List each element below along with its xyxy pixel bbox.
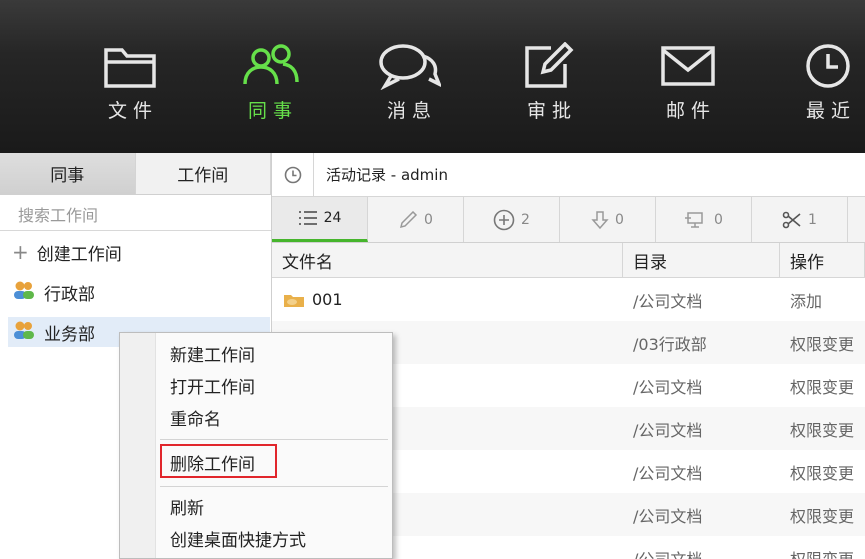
table-row[interactable]: 001 /公司文档 添加: [272, 278, 865, 321]
filter-count: 0: [615, 211, 624, 228]
group-users-icon: [12, 319, 36, 346]
nav-mail[interactable]: 邮件: [638, 42, 738, 123]
group-users-icon: [12, 279, 36, 306]
left-tabs: 同事 工作间: [0, 153, 271, 195]
workspace-label: 行政部: [44, 284, 95, 305]
menu-item-open-workspace[interactable]: 打开工作间: [170, 371, 255, 399]
menu-item-rename[interactable]: 重命名: [170, 403, 221, 431]
filter-count: 0: [424, 211, 433, 228]
colleagues-icon: [243, 44, 299, 85]
plus-circle-icon: [493, 209, 515, 230]
filter-added[interactable]: 2: [464, 197, 560, 242]
file-directory: /公司文档: [633, 463, 703, 483]
chat-bubble-icon: [379, 44, 441, 90]
envelope-icon: [661, 46, 715, 86]
tab-colleagues[interactable]: 同事: [0, 153, 136, 194]
nav-messages-label: 消息: [386, 100, 437, 122]
clock-icon: [806, 44, 850, 88]
workspace-item[interactable]: 行政部: [12, 277, 95, 307]
file-operation: 添加: [790, 291, 823, 311]
list-icon: [298, 211, 317, 225]
delete-highlight-box: [160, 444, 277, 478]
filter-downloaded[interactable]: 0: [560, 197, 656, 242]
file-directory: /公司文档: [633, 291, 703, 311]
menu-icon-gutter: [120, 333, 156, 558]
nav-approval[interactable]: 审批: [499, 42, 599, 123]
pencil-icon: [400, 210, 418, 228]
top-toolbar: 文件 同事 消息 审批 邮件 最近: [0, 0, 865, 153]
file-name: 001: [312, 290, 343, 309]
file-operation: 权限变更: [790, 506, 855, 526]
nav-recent[interactable]: 最近: [778, 42, 865, 123]
folder-icon: [104, 48, 156, 88]
nav-colleagues[interactable]: 同事: [220, 42, 320, 123]
plus-icon: +: [12, 240, 29, 264]
activity-filter-tabs: 24 0 2 0 0 1: [272, 197, 865, 243]
create-workspace-item[interactable]: + 创建工作间: [12, 237, 122, 267]
history-clock-icon[interactable]: [272, 152, 314, 197]
file-operation: 权限变更: [790, 463, 855, 483]
edit-pen-icon: [525, 42, 574, 88]
file-directory: /公司文档: [633, 549, 703, 559]
file-operation: 权限变更: [790, 420, 855, 440]
file-operation: 权限变更: [790, 549, 855, 559]
nav-approval-label: 审批: [526, 100, 577, 122]
filter-preview[interactable]: 0: [656, 197, 752, 242]
file-directory: /公司文档: [633, 506, 703, 526]
workspace-search-input[interactable]: 搜索工作间: [0, 195, 271, 231]
nav-files[interactable]: 文件: [80, 42, 180, 123]
filter-edited[interactable]: 0: [368, 197, 464, 242]
file-directory: /03行政部: [633, 334, 707, 354]
filter-count: 2: [521, 211, 530, 228]
workspace-label: 业务部: [44, 324, 95, 345]
filter-count: 24: [323, 210, 342, 226]
create-workspace-label: 创建工作间: [36, 244, 122, 265]
nav-colleagues-label: 同事: [247, 100, 298, 122]
filter-count: 0: [714, 211, 723, 228]
menu-separator: [160, 486, 388, 487]
tab-workspaces[interactable]: 工作间: [135, 153, 271, 194]
activity-table-header: 文件名 目录 操作: [272, 243, 865, 278]
file-operation: 权限变更: [790, 377, 855, 397]
menu-separator: [160, 439, 388, 440]
download-arrow-icon: [591, 210, 609, 229]
nav-recent-label: 最近: [805, 100, 856, 122]
scissors-icon: [782, 211, 801, 228]
filter-all[interactable]: 24: [272, 197, 368, 242]
activity-header: 活动记录 - admin: [272, 152, 865, 197]
menu-item-create-shortcut[interactable]: 创建桌面快捷方式: [170, 524, 306, 552]
nav-files-label: 文件: [107, 100, 158, 122]
shared-folder-icon: [284, 294, 304, 307]
file-operation: 权限变更: [790, 334, 855, 354]
column-header-operation[interactable]: 操作: [780, 243, 865, 277]
menu-item-refresh[interactable]: 刷新: [170, 492, 204, 520]
monitor-icon: [685, 211, 703, 228]
column-header-directory[interactable]: 目录: [623, 243, 780, 277]
nav-mail-label: 邮件: [665, 100, 716, 122]
file-directory: /公司文档: [633, 377, 703, 397]
filter-moved[interactable]: 1: [752, 197, 848, 242]
filter-count: 1: [808, 211, 817, 228]
activity-title: 活动记录 - admin: [326, 166, 448, 184]
nav-messages[interactable]: 消息: [359, 42, 459, 123]
file-directory: /公司文档: [633, 420, 703, 440]
menu-item-new-workspace[interactable]: 新建工作间: [170, 339, 255, 367]
column-header-filename[interactable]: 文件名: [272, 243, 623, 277]
